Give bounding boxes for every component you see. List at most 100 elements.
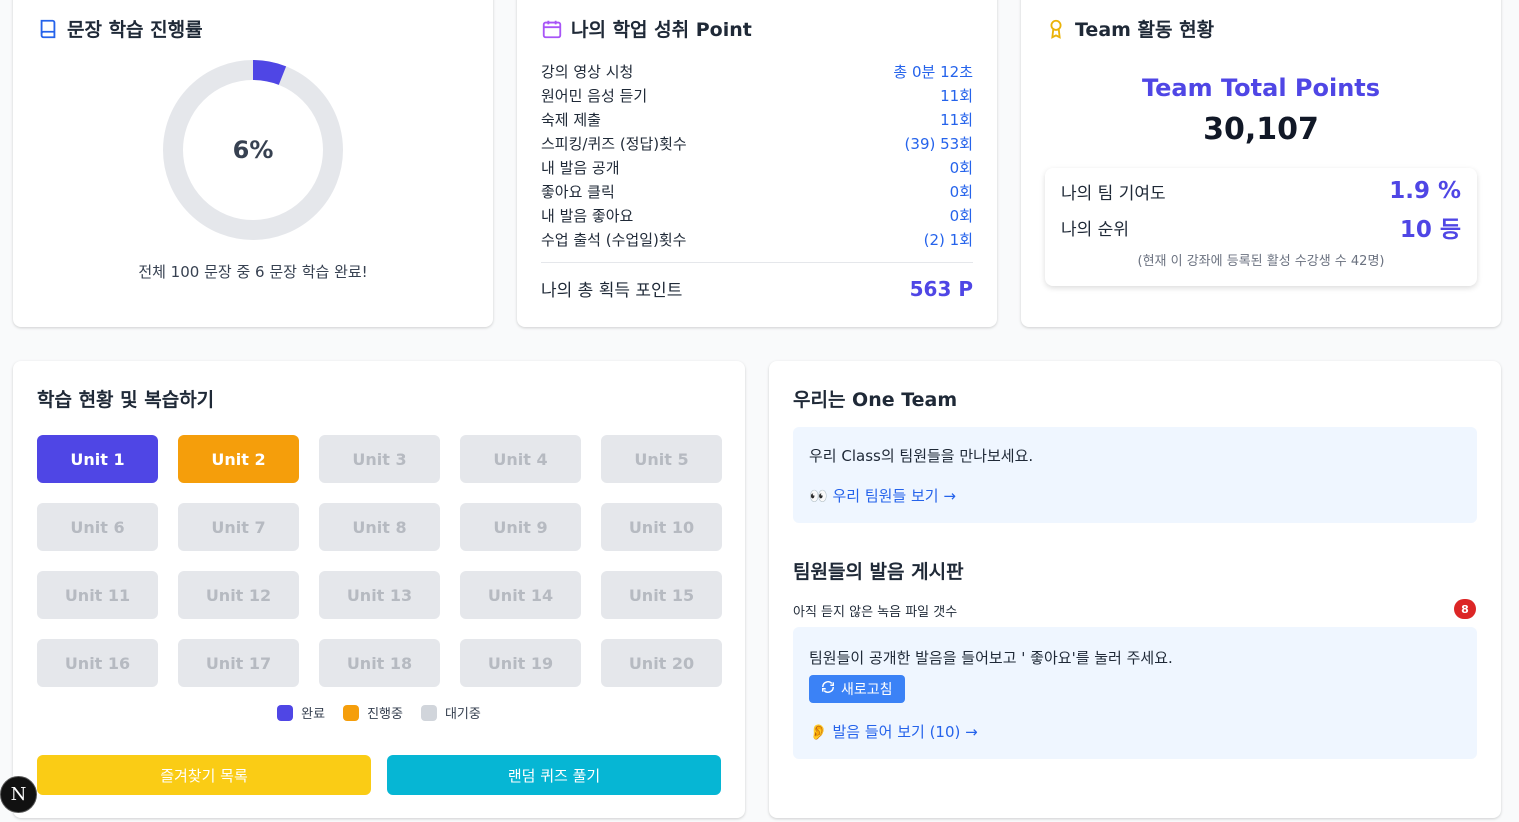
eyes-icon: 👀 bbox=[809, 487, 828, 505]
points-stat-label: 강의 영상 시청 bbox=[541, 63, 634, 81]
book-icon bbox=[37, 18, 59, 40]
listen-link-label: 발음 들어 보기 (10) → bbox=[832, 723, 978, 741]
points-stat-label: 숙제 제출 bbox=[541, 111, 601, 129]
points-divider bbox=[541, 262, 973, 263]
unit-button[interactable]: Unit 17 bbox=[178, 639, 299, 687]
points-stat-row: 좋아요 클릭 0회 bbox=[541, 180, 973, 204]
dev-tools-badge[interactable]: N bbox=[0, 776, 37, 813]
unit-button[interactable]: Unit 11 bbox=[37, 571, 158, 619]
refresh-button[interactable]: 새로고침 bbox=[809, 675, 905, 703]
calendar-icon bbox=[541, 18, 563, 40]
legend-done-label: 완료 bbox=[301, 707, 326, 722]
unit-button[interactable]: Unit 9 bbox=[460, 503, 581, 551]
unheard-files-label: 아직 듣지 않은 녹음 파일 갯수 bbox=[793, 605, 958, 620]
points-stat-row: 내 발음 좋아요 0회 bbox=[541, 204, 973, 228]
points-total-value: 563 P bbox=[909, 276, 973, 301]
unit-button[interactable]: Unit 18 bbox=[319, 639, 440, 687]
rank-row: 나의 순위 10 등 bbox=[1061, 210, 1461, 244]
unit-legend: 완료 진행중 대기중 bbox=[13, 703, 745, 722]
points-stat-row: 스피킹/퀴즈 (정답)횟수 (39) 53회 bbox=[541, 132, 973, 156]
points-stat-label: 내 발음 좋아요 bbox=[541, 207, 634, 225]
points-stat-row: 수업 출석 (수업일)횟수 (2) 1회 bbox=[541, 228, 973, 252]
team-members-link-label: 우리 팀원들 보기 → bbox=[832, 487, 956, 505]
points-stat-label: 수업 출석 (수업일)횟수 bbox=[541, 231, 687, 249]
unit-button[interactable]: Unit 13 bbox=[319, 571, 440, 619]
legend-progress-label: 진행중 bbox=[367, 707, 403, 722]
refresh-icon bbox=[821, 680, 835, 698]
progress-percent: 6% bbox=[232, 136, 274, 164]
points-total-label: 나의 총 획득 포인트 bbox=[541, 281, 683, 301]
points-stat-value: 0회 bbox=[949, 207, 973, 225]
points-stat-value: 11회 bbox=[940, 111, 973, 129]
unit-button[interactable]: Unit 3 bbox=[319, 435, 440, 483]
team-activity-card: Team 활동 현황 Team Total Points 30,107 나의 팀… bbox=[1021, 0, 1501, 327]
unit-button[interactable]: Unit 14 bbox=[460, 571, 581, 619]
team-intro-text: 우리 Class의 팀원들을 만나보세요. bbox=[809, 447, 1034, 465]
listen-pronunciation-link[interactable]: 👂 발음 들어 보기 (10) → bbox=[809, 721, 978, 742]
unit-button[interactable]: Unit 4 bbox=[460, 435, 581, 483]
board-instruction-text: 팀원들이 공개한 발음을 들어보고 ' 좋아요'를 눌러 주세요. bbox=[809, 649, 1173, 667]
points-stat-row: 숙제 제출 11회 bbox=[541, 108, 973, 132]
points-stat-value: (2) 1회 bbox=[923, 231, 973, 249]
unit-button[interactable]: Unit 8 bbox=[319, 503, 440, 551]
unheard-count-badge: 8 bbox=[1454, 599, 1476, 619]
team-members-box: 우리 Class의 팀원들을 만나보세요. 👀 우리 팀원들 보기 → bbox=[793, 427, 1477, 523]
unit-button[interactable]: Unit 15 bbox=[601, 571, 722, 619]
unit-button[interactable]: Unit 20 bbox=[601, 639, 722, 687]
sentence-progress-card: 문장 학습 진행률 6% 전체 100 문장 중 6 문장 학습 완료! bbox=[13, 0, 493, 327]
unit-button[interactable]: Unit 5 bbox=[601, 435, 722, 483]
favorites-button[interactable]: 즐겨찾기 목록 bbox=[37, 755, 371, 795]
study-status-card: 학습 현황 및 복습하기 Unit 1 Unit 2 Unit 3 Unit 4 Uni… bbox=[13, 361, 745, 818]
random-quiz-button[interactable]: 랜덤 퀴즈 풀기 bbox=[387, 755, 721, 795]
legend-waiting: 대기중 bbox=[420, 703, 481, 722]
points-stat-value: 총 0분 12초 bbox=[893, 63, 973, 81]
unit-button[interactable]: Unit 19 bbox=[460, 639, 581, 687]
legend-progress: 진행중 bbox=[343, 703, 403, 722]
progress-card-title: 문장 학습 진행률 bbox=[67, 19, 203, 41]
points-card-title: 나의 학업 성취 Point bbox=[571, 19, 752, 41]
unit-button[interactable]: Unit 16 bbox=[37, 639, 158, 687]
award-icon bbox=[1045, 18, 1067, 40]
active-students-note: (현재 이 강좌에 등록된 활성 수강생 수 42명) bbox=[1137, 254, 1385, 269]
points-stat-row: 내 발음 공개 0회 bbox=[541, 156, 973, 180]
unit-button[interactable]: Unit 7 bbox=[178, 503, 299, 551]
unit-button[interactable]: Unit 12 bbox=[178, 571, 299, 619]
team-contribution-box: 나의 팀 기여도 1.9 % 나의 순위 10 등 (현재 이 강좌에 등록된 … bbox=[1045, 168, 1477, 286]
points-stat-label: 스피킹/퀴즈 (정답)횟수 bbox=[541, 135, 687, 153]
team-card-title: Team 활동 현황 bbox=[1075, 19, 1215, 41]
team-card-title-row: Team 활동 현황 bbox=[1045, 15, 1214, 42]
contribution-value: 1.9 % bbox=[1389, 178, 1461, 204]
points-stat-value: 11회 bbox=[940, 87, 973, 105]
points-stat-row: 원어민 음성 듣기 11회 bbox=[541, 84, 973, 108]
points-stat-label: 내 발음 공개 bbox=[541, 159, 620, 177]
points-stat-value: 0회 bbox=[949, 159, 973, 177]
achievement-points-card: 나의 학업 성취 Point 강의 영상 시청 총 0분 12초원어민 음성 듣기… bbox=[517, 0, 997, 327]
rank-label: 나의 순위 bbox=[1061, 219, 1129, 240]
unit-button[interactable]: Unit 2 bbox=[178, 435, 299, 483]
points-stat-value: (39) 53회 bbox=[904, 135, 973, 153]
points-total-row: 나의 총 획득 포인트 563 P bbox=[541, 276, 973, 302]
points-stat-value: 0회 bbox=[949, 183, 973, 201]
progress-card-title-row: 문장 학습 진행률 bbox=[37, 15, 203, 42]
legend-done-swatch bbox=[277, 704, 294, 721]
unit-grid: Unit 1 Unit 2 Unit 3 Unit 4 Unit 5 Unit 6 Unit… bbox=[37, 435, 722, 687]
progress-caption: 전체 100 문장 중 6 문장 학습 완료! bbox=[138, 263, 368, 281]
legend-waiting-label: 대기중 bbox=[444, 707, 481, 722]
points-stat-label: 좋아요 클릭 bbox=[541, 183, 615, 201]
progress-donut: 6% bbox=[162, 59, 344, 241]
one-team-card: 우리는 One Team 우리 Class의 팀원들을 만나보세요. 👀 우리 … bbox=[769, 361, 1501, 818]
points-stat-label: 원어민 음성 듣기 bbox=[541, 87, 648, 105]
team-members-link[interactable]: 👀 우리 팀원들 보기 → bbox=[809, 485, 956, 506]
team-total-value: 30,107 bbox=[1203, 112, 1319, 147]
refresh-button-label: 새로고침 bbox=[841, 682, 893, 698]
contribution-row: 나의 팀 기여도 1.9 % bbox=[1061, 178, 1461, 204]
legend-progress-swatch bbox=[343, 704, 360, 721]
unit-button[interactable]: Unit 10 bbox=[601, 503, 722, 551]
points-card-title-row: 나의 학업 성취 Point bbox=[541, 15, 752, 42]
unit-button[interactable]: Unit 1 bbox=[37, 435, 158, 483]
contribution-label: 나의 팀 기여도 bbox=[1061, 183, 1166, 204]
pronunciation-board-title: 팀원들의 발음 게시판 bbox=[793, 561, 964, 583]
legend-waiting-swatch bbox=[420, 704, 437, 721]
unit-button[interactable]: Unit 6 bbox=[37, 503, 158, 551]
team-total-label: Team Total Points bbox=[1141, 74, 1381, 102]
